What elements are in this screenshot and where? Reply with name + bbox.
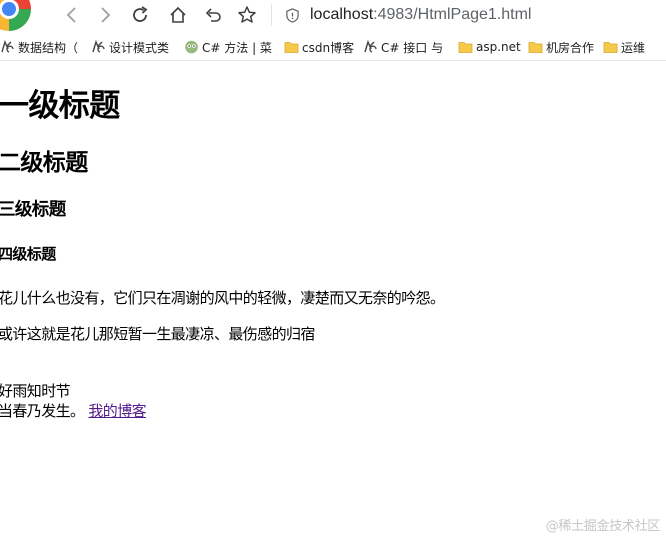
bookmark-item[interactable]: csdn博客 — [284, 38, 354, 56]
bookmark-label: asp.net — [476, 40, 521, 54]
undo-button[interactable] — [201, 3, 225, 27]
bookmark-item[interactable]: 数据结构（ — [0, 38, 78, 56]
runoob-icon — [184, 40, 199, 54]
reload-icon — [133, 6, 148, 22]
heading-level-2: 二级标题 — [0, 150, 88, 176]
poem-block: 好雨知时节 当春乃发生。 我的博客 — [0, 381, 147, 421]
url-host: localhost — [310, 6, 374, 23]
address-bar[interactable]: localhost:4983/HtmlPage1.html — [280, 2, 660, 28]
blog-link[interactable]: 我的博客 — [88, 402, 146, 420]
heading-level-3: 三级标题 — [0, 200, 66, 220]
folder-icon — [284, 40, 299, 54]
browser-logo-icon[interactable] — [0, 0, 32, 32]
forward-button[interactable] — [93, 3, 117, 27]
bookmark-logo-icon — [91, 40, 106, 54]
bookmark-label: C# 方法 | 菜 — [202, 40, 272, 55]
bookmark-item[interactable]: C# 方法 | 菜 — [184, 38, 272, 56]
bookmark-logo-icon — [0, 40, 15, 54]
shield-icon[interactable] — [284, 7, 300, 23]
bookmark-item[interactable]: asp.net — [458, 38, 521, 56]
watermark: @稀土掘金技术社区 — [545, 519, 661, 534]
bookmark-item[interactable]: 设计模式类 — [91, 38, 169, 56]
bookmark-label: 设计模式类 — [109, 40, 170, 55]
poem-line-1: 好雨知时节 — [0, 382, 71, 400]
paragraph-flowers: 花儿什么也没有，它们只在凋谢的风中的轻微，凄楚而又无奈的吟怨。 — [0, 289, 445, 307]
undo-icon — [205, 8, 221, 22]
url-path: :4983/HtmlPage1.html — [373, 6, 532, 23]
arrow-right-icon — [101, 7, 111, 23]
bookmarks-bar: 数据结构（ 设计模式类 C# 方法 | 菜 csdn博客 C# 接口 与 asp… — [0, 33, 666, 61]
bookmark-item[interactable]: 运维 — [603, 38, 645, 56]
paragraph-destiny: 或许这就是花儿那短暂一生最凄凉、最伤感的归宿 — [0, 325, 315, 343]
url-text[interactable]: localhost:4983/HtmlPage1.html — [310, 6, 531, 24]
folder-icon — [458, 40, 473, 54]
browser-window: localhost:4983/HtmlPage1.html 数据结构（ 设计模式… — [0, 0, 666, 540]
folder-icon — [603, 40, 618, 54]
bookmark-item[interactable]: 机房合作 — [528, 38, 594, 56]
bookmark-logo-icon — [363, 40, 378, 54]
star-icon — [238, 6, 256, 23]
arrow-left-icon — [66, 7, 76, 23]
heading-level-4: 四级标题 — [0, 245, 56, 263]
bookmark-label: C# 接口 与 — [381, 40, 444, 55]
poem-line-2: 当春乃发生。 — [0, 402, 85, 420]
toolbar-divider — [271, 4, 272, 26]
reload-button[interactable] — [128, 3, 152, 27]
folder-icon — [528, 40, 543, 54]
bookmark-label: 运维 — [621, 40, 646, 55]
browser-toolbar: localhost:4983/HtmlPage1.html — [0, 0, 666, 32]
heading-level-1: 一级标题 — [0, 88, 120, 124]
bookmark-label: csdn博客 — [302, 40, 355, 55]
bookmark-label: 数据结构（ — [18, 40, 79, 55]
favorite-button[interactable] — [235, 3, 259, 27]
bookmark-item[interactable]: C# 接口 与 — [363, 38, 443, 56]
home-button[interactable] — [166, 3, 190, 27]
bookmark-label: 机房合作 — [546, 40, 595, 55]
home-icon — [170, 6, 186, 23]
back-button[interactable] — [60, 3, 84, 27]
page-content: 一级标题 二级标题 三级标题 四级标题 花儿什么也没有，它们只在凋谢的风中的轻微… — [0, 61, 666, 540]
